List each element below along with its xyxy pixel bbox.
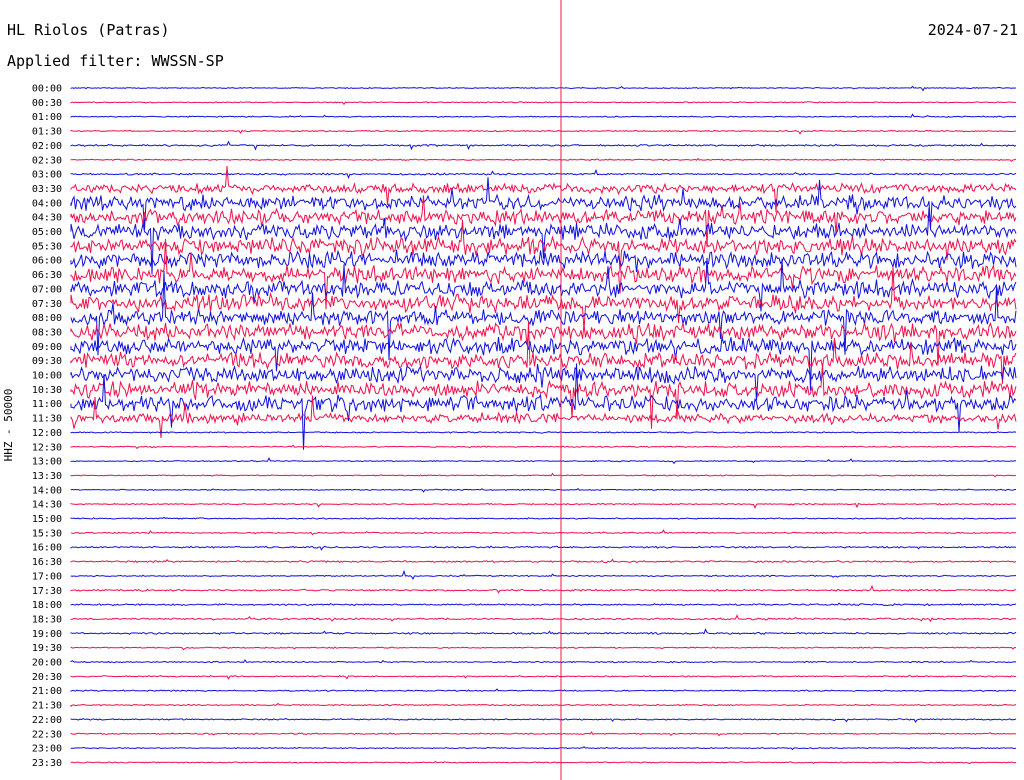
time-tick-label: 20:00 (32, 658, 62, 669)
time-tick-label: 01:00 (32, 112, 62, 123)
trace-line (70, 502, 1017, 510)
time-tick-label: 16:00 (32, 543, 62, 554)
trace-line (70, 472, 1017, 478)
trace-line (70, 165, 1017, 213)
time-tick-label: 07:00 (32, 284, 62, 295)
time-tick-label: 15:30 (32, 528, 62, 539)
trace-line (70, 457, 1017, 465)
time-tick-label: 03:30 (32, 184, 62, 195)
trace-line (70, 85, 1017, 92)
trace-line (70, 113, 1017, 118)
time-tick-label: 06:30 (32, 270, 62, 281)
time-tick-label: 05:30 (32, 241, 62, 252)
trace-line (70, 529, 1016, 536)
trace-line (70, 129, 1017, 135)
trace-line (70, 614, 1017, 623)
time-tick-label: 00:00 (32, 84, 62, 95)
time-tick-label: 19:30 (32, 643, 62, 654)
time-tick-label: 10:30 (32, 385, 62, 396)
trace-line (70, 760, 1017, 765)
trace-line (70, 688, 1017, 693)
time-tick-label: 06:00 (32, 256, 62, 267)
time-tick-label: 09:00 (32, 342, 62, 353)
trace-line (70, 584, 1017, 594)
trace-line (70, 558, 1017, 564)
time-tick-label: 18:00 (32, 600, 62, 611)
trace-line (70, 219, 1017, 274)
time-tick-label: 21:30 (32, 701, 62, 712)
time-tick-label: 21:00 (32, 686, 62, 697)
time-tick-label: 11:00 (32, 399, 62, 410)
trace-line (70, 177, 1017, 230)
trace-line (70, 569, 1017, 581)
trace-line (70, 336, 1017, 391)
time-tick-label: 05:00 (32, 227, 62, 238)
trace-line (70, 628, 1017, 635)
trace-line (70, 168, 1017, 180)
trace-line (70, 516, 1017, 520)
trace-line (70, 545, 1017, 551)
time-tick-label: 14:00 (32, 485, 62, 496)
time-tick-label: 03:00 (32, 170, 62, 181)
trace-line (70, 101, 1017, 106)
time-tick-label: 01:30 (32, 127, 62, 138)
time-tick-label: 10:00 (32, 371, 62, 382)
time-tick-label: 04:30 (32, 213, 62, 224)
time-tick-label: 22:30 (32, 729, 62, 740)
trace-line (70, 717, 1017, 723)
time-tick-label: 08:00 (32, 313, 62, 324)
trace-line (70, 270, 1017, 361)
trace-line (70, 488, 1016, 493)
time-tick-label: 23:00 (32, 744, 62, 755)
trace-line (70, 431, 1017, 434)
time-tick-label: 20:30 (32, 672, 62, 683)
trace-line (70, 157, 1017, 162)
trace-line (70, 659, 1017, 664)
time-tick-label: 12:00 (32, 428, 62, 439)
time-tick-label: 04:00 (32, 198, 62, 209)
time-tick-label: 22:00 (32, 715, 62, 726)
seismogram-plot: 00:00 00:30 01:00 01:30 02:00 02:30 03:00 03:30… (32, 0, 1017, 780)
trace-line (70, 674, 1017, 680)
time-tick-label: 14:30 (32, 500, 62, 511)
time-tick-label: 02:30 (32, 155, 62, 166)
time-tick-label: 08:30 (32, 327, 62, 338)
time-tick-label: 13:30 (32, 471, 62, 482)
trace-line (70, 731, 1017, 737)
time-tick-label: 16:30 (32, 557, 62, 568)
time-tick-label: 17:00 (32, 571, 62, 582)
time-tick-label: 15:00 (32, 514, 62, 525)
time-tick-label: 07:30 (32, 299, 62, 310)
trace-line (70, 646, 1017, 651)
trace-line (70, 140, 1017, 151)
time-tick-label: 23:30 (32, 758, 62, 769)
time-tick-label: 17:30 (32, 586, 62, 597)
time-tick-label: 19:00 (32, 629, 62, 640)
trace-line (70, 602, 1017, 607)
time-tick-label: 12:30 (32, 442, 62, 453)
trace-line (70, 702, 1017, 708)
trace-line (70, 746, 1017, 751)
time-tick-label: 09:30 (32, 356, 62, 367)
time-tick-label: 02:00 (32, 141, 62, 152)
time-tick-label: 18:30 (32, 614, 62, 625)
trace-line (70, 257, 1017, 312)
time-tick-label: 00:30 (32, 98, 62, 109)
time-tick-label: 13:00 (32, 457, 62, 468)
time-tick-label: 11:30 (32, 414, 62, 425)
trace-line (70, 444, 1017, 450)
